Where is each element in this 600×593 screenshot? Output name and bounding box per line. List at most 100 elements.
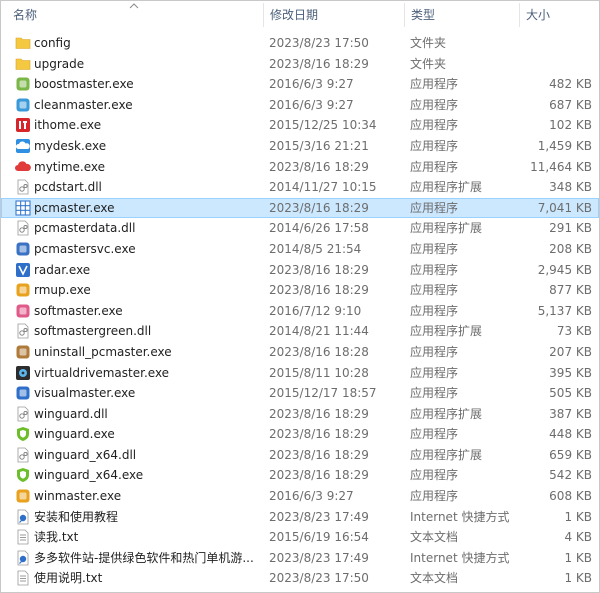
file-row[interactable]: ithome.exe 2015/12/25 10:34 应用程序 102 KB xyxy=(1,115,599,136)
file-row[interactable]: radar.exe 2023/8/16 18:29 应用程序 2,945 KB xyxy=(1,260,599,281)
column-header-bar: 名称 修改日期 类型 大小 xyxy=(1,1,599,29)
column-header-size[interactable]: 大小 xyxy=(520,1,598,29)
file-row[interactable]: winguard.dll 2023/8/16 18:29 应用程序扩展 387 KB xyxy=(1,404,599,425)
file-size xyxy=(511,33,592,54)
file-name: boostmaster.exe xyxy=(34,77,134,92)
file-row[interactable]: visualmaster.exe 2015/12/17 18:57 应用程序 505 … xyxy=(1,383,599,404)
uninstall-app-icon xyxy=(15,344,31,360)
file-type: 文本文档 xyxy=(410,530,459,545)
file-name: winguard_x64.dll xyxy=(34,447,137,462)
file-row[interactable]: boostmaster.exe 2016/6/3 9:27 应用程序 482 KB xyxy=(1,74,599,95)
text-file-icon xyxy=(15,570,31,586)
file-modified-date: 2023/8/16 18:29 xyxy=(269,447,369,462)
file-modified-date: 2023/8/16 18:29 xyxy=(269,56,369,71)
file-name: pcdstart.dll xyxy=(34,180,102,195)
file-modified-date: 2023/8/23 17:50 xyxy=(269,571,369,586)
file-modified-date: 2016/7/12 9:10 xyxy=(269,303,362,318)
file-name: visualmaster.exe xyxy=(34,386,136,401)
file-modified-date: 2023/8/16 18:29 xyxy=(269,468,369,483)
file-type: 应用程序扩展 xyxy=(410,406,483,421)
file-modified-date: 2023/8/23 17:49 xyxy=(269,550,369,565)
file-name: mydesk.exe xyxy=(34,138,107,153)
mytime-app-icon xyxy=(15,159,31,175)
file-modified-date: 2023/8/16 18:29 xyxy=(269,262,369,277)
mydesk-app-icon xyxy=(15,138,31,154)
file-type: 应用程序 xyxy=(410,97,459,112)
file-row[interactable]: config 2023/8/23 17:50 文件夹 xyxy=(1,33,599,54)
file-size: 2,945 KB xyxy=(537,262,592,277)
winmaster-app-icon xyxy=(15,488,31,504)
virtualdrive-app-icon xyxy=(15,365,31,381)
file-modified-date: 2023/8/16 18:29 xyxy=(269,427,369,442)
rmup-app-icon xyxy=(15,282,31,298)
column-header-date[interactable]: 修改日期 xyxy=(264,1,404,29)
file-modified-date: 2015/6/19 16:54 xyxy=(269,530,369,545)
file-row[interactable]: pcmasterdata.dll 2014/6/26 17:58 应用程序扩展 291… xyxy=(1,218,599,239)
file-name: softmastergreen.dll xyxy=(34,324,152,339)
radar-app-icon xyxy=(15,262,31,278)
file-name: 读我.txt xyxy=(34,530,79,545)
file-modified-date: 2016/6/3 9:27 xyxy=(269,489,354,504)
file-row[interactable]: pcmaster.exe 2023/8/16 18:29 应用程序 7,041 KB xyxy=(1,197,599,219)
file-row[interactable]: winmaster.exe 2016/6/3 9:27 应用程序 608 KB xyxy=(1,486,599,507)
file-size: 1 KB xyxy=(564,550,592,565)
file-row[interactable]: winguard_x64.exe 2023/8/16 18:29 应用程序 542 K… xyxy=(1,465,599,486)
file-row[interactable]: mydesk.exe 2015/3/16 21:21 应用程序 1,459 KB xyxy=(1,136,599,157)
file-size: 1 KB xyxy=(564,509,592,524)
file-row[interactable]: 读我.txt 2015/6/19 16:54 文本文档 4 KB xyxy=(1,527,599,548)
file-row[interactable]: virtualdrivemaster.exe 2015/8/11 10:28 应用程… xyxy=(1,363,599,384)
internet-shortcut-icon xyxy=(15,550,31,566)
file-row[interactable]: 安装和使用教程 2023/8/23 17:49 Internet 快捷方式 1 KB xyxy=(1,507,599,528)
file-name: 多多软件站-提供绿色软件和热门单机游... xyxy=(34,550,254,565)
text-file-icon xyxy=(15,529,31,545)
file-name: 使用说明.txt xyxy=(34,571,103,586)
file-row[interactable]: softmaster.exe 2016/7/12 9:10 应用程序 5,137 KB xyxy=(1,301,599,322)
file-type: 文本文档 xyxy=(410,571,459,586)
file-modified-date: 2015/8/11 10:28 xyxy=(269,365,369,380)
file-row[interactable]: mytime.exe 2023/8/16 18:29 应用程序 11,464 KB xyxy=(1,157,599,178)
file-row[interactable]: pcmastersvc.exe 2014/8/5 21:54 应用程序 208 KB xyxy=(1,239,599,260)
file-name: winmaster.exe xyxy=(34,489,122,504)
file-modified-date: 2014/6/26 17:58 xyxy=(269,221,369,236)
file-name: 安装和使用教程 xyxy=(34,509,119,524)
dll-file-icon xyxy=(15,406,31,422)
file-type: 应用程序 xyxy=(410,77,459,92)
file-type: 应用程序 xyxy=(410,386,459,401)
file-modified-date: 2023/8/16 18:29 xyxy=(269,200,369,215)
file-row[interactable]: softmastergreen.dll 2014/8/21 11:44 应用程序扩展… xyxy=(1,321,599,342)
file-size: 687 KB xyxy=(549,97,592,112)
file-size: 542 KB xyxy=(549,468,592,483)
file-type: 应用程序 xyxy=(410,241,459,256)
file-size: 387 KB xyxy=(549,406,592,421)
file-row[interactable]: winguard.exe 2023/8/16 18:29 应用程序 448 KB xyxy=(1,424,599,445)
file-modified-date: 2015/12/17 18:57 xyxy=(269,386,377,401)
file-row[interactable]: 使用说明.txt 2023/8/23 17:50 文本文档 1 KB xyxy=(1,568,599,589)
dll-file-icon xyxy=(15,323,31,339)
file-modified-date: 2023/8/16 18:28 xyxy=(269,344,369,359)
file-row[interactable]: uninstall_pcmaster.exe 2023/8/16 18:28 应用程… xyxy=(1,342,599,363)
file-type: 应用程序扩展 xyxy=(410,447,483,462)
file-size: 1 KB xyxy=(564,571,592,586)
file-row[interactable]: rmup.exe 2023/8/16 18:29 应用程序 877 KB xyxy=(1,280,599,301)
column-header-type[interactable]: 类型 xyxy=(405,1,519,29)
file-type: 应用程序 xyxy=(410,365,459,380)
file-row[interactable]: 多多软件站-提供绿色软件和热门单机游... 2023/8/23 17:49 Inte… xyxy=(1,548,599,569)
file-row[interactable]: cleanmaster.exe 2016/6/3 9:27 应用程序 687 KB xyxy=(1,95,599,116)
file-modified-date: 2014/8/5 21:54 xyxy=(269,241,362,256)
file-size: 1,459 KB xyxy=(537,138,592,153)
file-size: 291 KB xyxy=(549,221,592,236)
file-type: 应用程序扩展 xyxy=(410,180,483,195)
file-modified-date: 2016/6/3 9:27 xyxy=(269,77,354,92)
file-modified-date: 2015/3/16 21:21 xyxy=(269,138,369,153)
file-row[interactable]: pcdstart.dll 2014/11/27 10:15 应用程序扩展 348 KB xyxy=(1,177,599,198)
file-type: 应用程序 xyxy=(410,283,459,298)
file-row[interactable]: winguard_x64.dll 2023/8/16 18:29 应用程序扩展 659… xyxy=(1,445,599,466)
file-name: winguard.dll xyxy=(34,406,108,421)
file-modified-date: 2023/8/16 18:29 xyxy=(269,159,369,174)
file-size: 7,041 KB xyxy=(537,200,592,215)
column-header-name[interactable]: 名称 xyxy=(7,1,265,29)
cleanmaster-app-icon xyxy=(15,97,31,113)
visualmaster-app-icon xyxy=(15,385,31,401)
file-row[interactable]: upgrade 2023/8/16 18:29 文件夹 xyxy=(1,54,599,75)
file-type: 应用程序 xyxy=(410,118,459,133)
